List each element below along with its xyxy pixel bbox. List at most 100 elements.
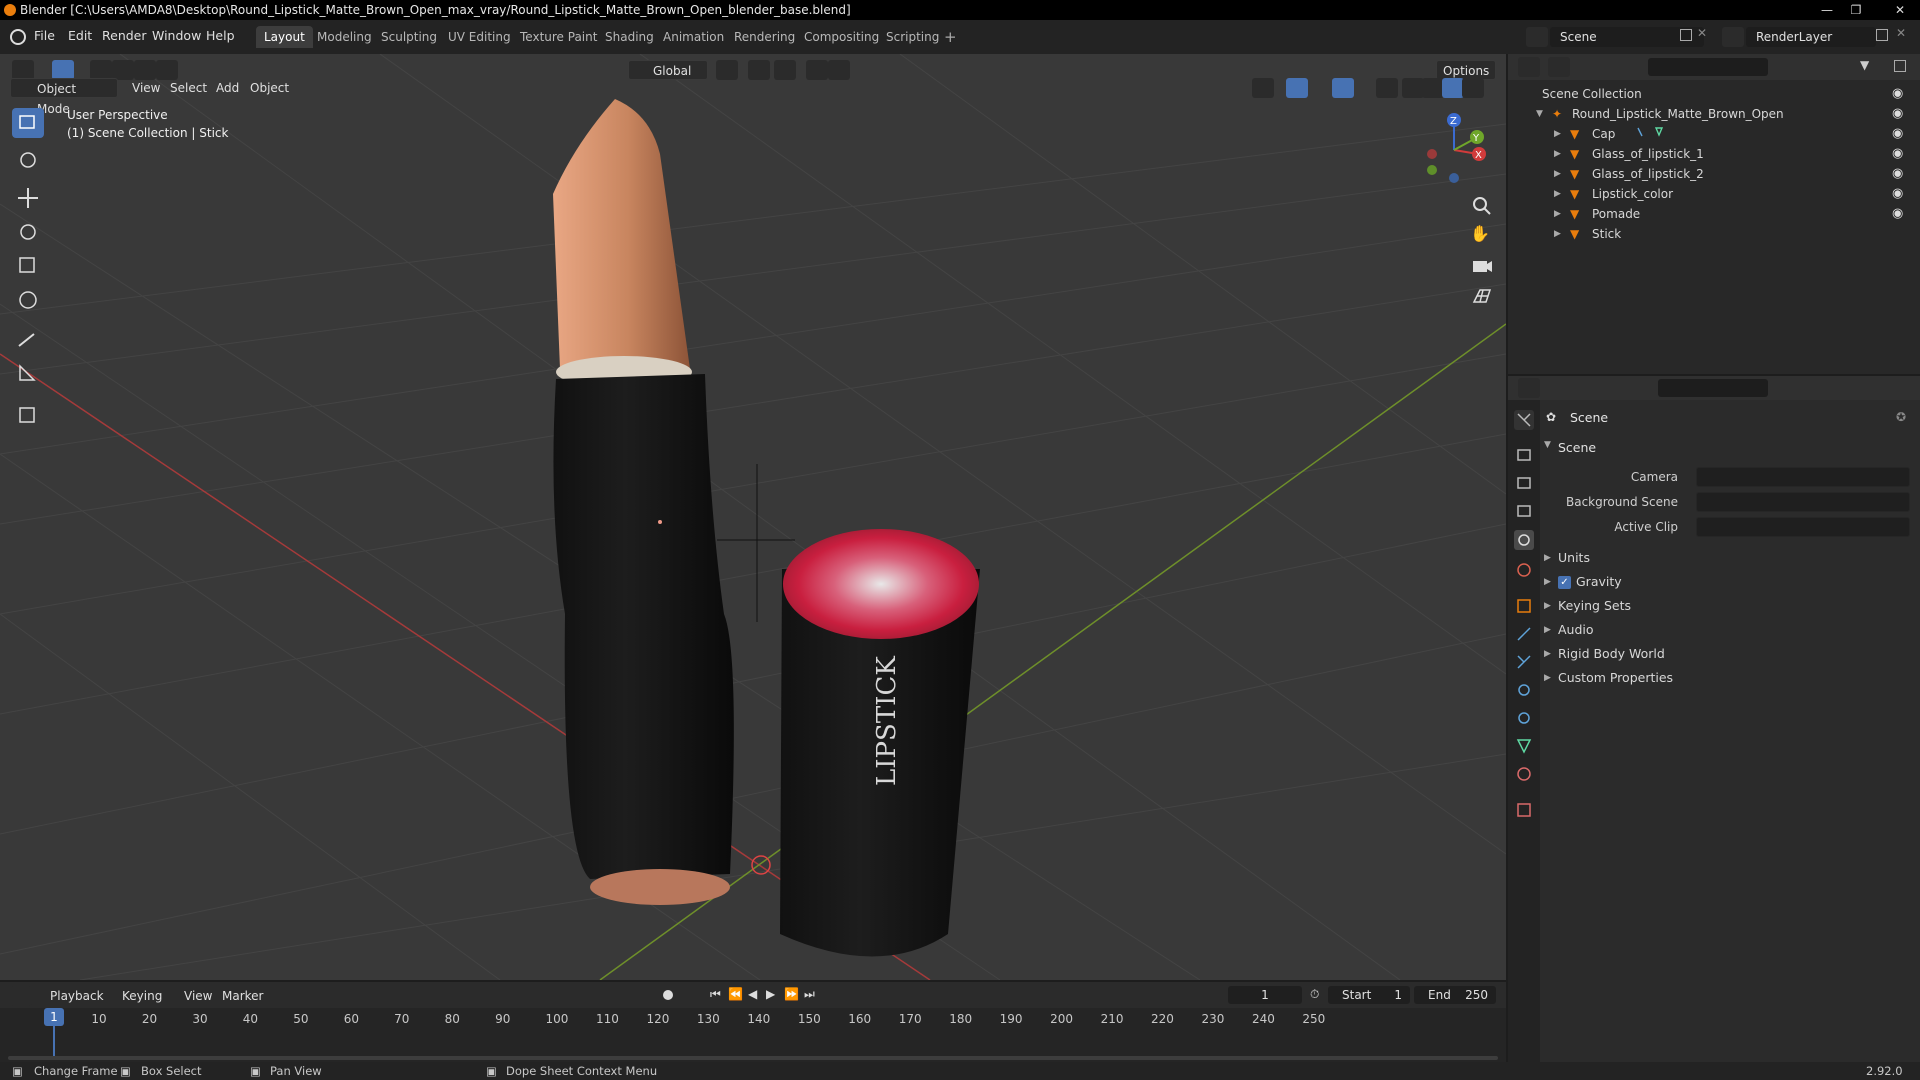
start-frame-field[interactable]: Start 1 [1328, 986, 1410, 1004]
menu-edit[interactable]: Edit [68, 28, 92, 43]
display-mode-icon[interactable] [1548, 57, 1570, 77]
editor-type-icon[interactable] [12, 60, 34, 80]
properties-search-input[interactable] [1658, 379, 1768, 397]
expand-arrow-icon[interactable]: ▶ [1544, 673, 1551, 683]
visibility-icon[interactable] [1252, 78, 1274, 98]
new-scene-icon[interactable] [1680, 29, 1692, 41]
navigation-gizmo[interactable]: Z X Y [1414, 110, 1492, 188]
mode-dropdown[interactable]: Object Mode [10, 78, 118, 116]
outliner-editor-icon[interactable] [1518, 57, 1540, 77]
outliner-scene-collection[interactable]: Scene Collection [1508, 84, 1920, 104]
end-frame-field[interactable]: End 250 [1414, 986, 1496, 1004]
menu-playback[interactable]: Playback [44, 986, 110, 1006]
pan-hand-icon[interactable]: ✋ [1470, 224, 1494, 248]
jump-end-icon[interactable]: ⏭ [804, 987, 815, 1002]
add-workspace-icon[interactable]: + [944, 28, 957, 46]
playhead[interactable]: 1 [44, 1008, 64, 1026]
minimize-button[interactable]: — [1814, 0, 1840, 20]
eye-icon[interactable]: ◉ [1892, 104, 1912, 124]
select-mode-subtract-icon[interactable] [134, 60, 156, 80]
timeline-editor-icon[interactable] [10, 986, 32, 1006]
tab-scripting[interactable]: Scripting [878, 26, 947, 48]
select-mode-new-icon[interactable] [90, 60, 112, 80]
eye-icon[interactable]: ◉ [1892, 204, 1912, 224]
collapse-arrow-icon[interactable]: ▼ [1536, 104, 1543, 124]
xray-icon[interactable] [1376, 78, 1398, 98]
menu-render[interactable]: Render [102, 28, 147, 43]
menu-keying[interactable]: Keying [116, 986, 168, 1006]
3d-viewport[interactable]: LIPSTICK Global Options Object Mode View… [0, 54, 1506, 980]
panel-units[interactable]: Units [1558, 550, 1590, 565]
view-layer-icon[interactable] [1722, 27, 1744, 47]
lipstick-cap[interactable]: LIPSTICK [780, 529, 980, 957]
current-frame-field[interactable]: 1 [1228, 986, 1302, 1004]
expand-arrow-icon[interactable]: ▶ [1544, 601, 1551, 611]
delete-scene-icon[interactable]: ✕ [1697, 26, 1707, 40]
tab-sculpting[interactable]: Sculpting [373, 26, 445, 48]
tab-compositing[interactable]: Compositing [796, 26, 887, 48]
select-mode-intersect-icon[interactable] [156, 60, 178, 80]
camera-field[interactable] [1696, 467, 1910, 487]
scene-selector-icon[interactable] [1526, 27, 1548, 47]
menu-help[interactable]: Help [206, 28, 235, 43]
eye-icon[interactable]: ◉ [1892, 184, 1912, 204]
record-icon[interactable] [663, 990, 673, 1000]
expand-arrow-icon[interactable]: ▶ [1544, 625, 1551, 635]
menu-marker[interactable]: Marker [216, 986, 269, 1006]
select-mode-extend-icon[interactable] [112, 60, 134, 80]
proportional-falloff-icon[interactable] [828, 60, 850, 80]
expand-arrow-icon[interactable]: ▶ [1544, 649, 1551, 659]
blender-menu-icon[interactable] [10, 29, 26, 45]
panel-keying-sets[interactable]: Keying Sets [1558, 598, 1631, 613]
expand-arrow-icon[interactable]: ▶ [1554, 164, 1561, 184]
expand-arrow-icon[interactable]: ▶ [1554, 204, 1561, 224]
menu-file[interactable]: File [34, 28, 55, 43]
outliner-collection-row[interactable]: ▼ ✦ Round_Lipstick_Matte_Brown_Open [1508, 104, 1920, 124]
visibility-toggles[interactable]: ◉ ◉ ◉ ◉ ◉ ◉ ◉ [1892, 84, 1912, 244]
tab-shading[interactable]: Shading [597, 26, 662, 48]
expand-arrow-icon[interactable]: ▶ [1554, 144, 1561, 164]
filter-icon[interactable]: ▼ [1860, 58, 1869, 72]
snap-icon[interactable] [748, 60, 770, 80]
expand-arrow-icon[interactable]: ▶ [1544, 553, 1551, 563]
close-button[interactable]: ✕ [1880, 0, 1920, 20]
camera-view-icon[interactable] [1470, 254, 1494, 278]
timeline-scrollbar[interactable] [8, 1056, 1498, 1060]
jump-next-key-icon[interactable]: ⏩ [784, 987, 799, 1001]
eye-icon[interactable]: ◉ [1892, 124, 1912, 144]
eye-icon[interactable]: ◉ [1892, 84, 1912, 104]
jump-prev-key-icon[interactable]: ⏪ [728, 987, 743, 1001]
pivot-point-icon[interactable] [716, 60, 738, 80]
new-collection-icon[interactable] [1894, 60, 1906, 72]
render-layer-field[interactable]: RenderLayer [1746, 27, 1876, 47]
tab-animation[interactable]: Animation [655, 26, 732, 48]
menu-timeline-view[interactable]: View [178, 986, 218, 1006]
panel-custom-properties[interactable]: Custom Properties [1558, 670, 1673, 685]
tab-rendering[interactable]: Rendering [726, 26, 803, 48]
expand-arrow-icon[interactable]: ▶ [1554, 184, 1561, 204]
pin-icon[interactable]: ✪ [1896, 410, 1906, 424]
transform-orientation-dropdown[interactable]: Global [628, 60, 708, 80]
gizmo-icon[interactable] [1286, 78, 1308, 98]
panel-rigid-body-world[interactable]: Rigid Body World [1558, 646, 1665, 661]
expand-arrow-icon[interactable]: ▶ [1544, 577, 1551, 587]
menu-object[interactable]: Object [244, 78, 295, 98]
panel-gravity[interactable]: Gravity [1576, 574, 1622, 589]
collapse-arrow-icon[interactable]: ▼ [1544, 440, 1551, 450]
tab-modeling[interactable]: Modeling [309, 26, 380, 48]
material-preview-icon[interactable] [1442, 78, 1464, 98]
eye-icon[interactable]: ◉ [1892, 164, 1912, 184]
snap-target-icon[interactable] [774, 60, 796, 80]
proportional-editing-icon[interactable] [806, 60, 828, 80]
new-view-layer-icon[interactable] [1876, 29, 1888, 41]
menu-select[interactable]: Select [164, 78, 213, 98]
grid-projection-icon[interactable] [1470, 284, 1494, 308]
menu-view[interactable]: View [126, 78, 166, 98]
jump-start-icon[interactable]: ⏮ [710, 987, 721, 1002]
overlays-icon[interactable] [1332, 78, 1354, 98]
panel-audio[interactable]: Audio [1558, 622, 1594, 637]
gravity-checkbox[interactable]: ✓ [1558, 576, 1571, 589]
scene-section-header[interactable]: Scene [1558, 440, 1596, 455]
play-reverse-icon[interactable]: ◀ [748, 987, 757, 1001]
tab-uv-editing[interactable]: UV Editing [440, 26, 519, 48]
